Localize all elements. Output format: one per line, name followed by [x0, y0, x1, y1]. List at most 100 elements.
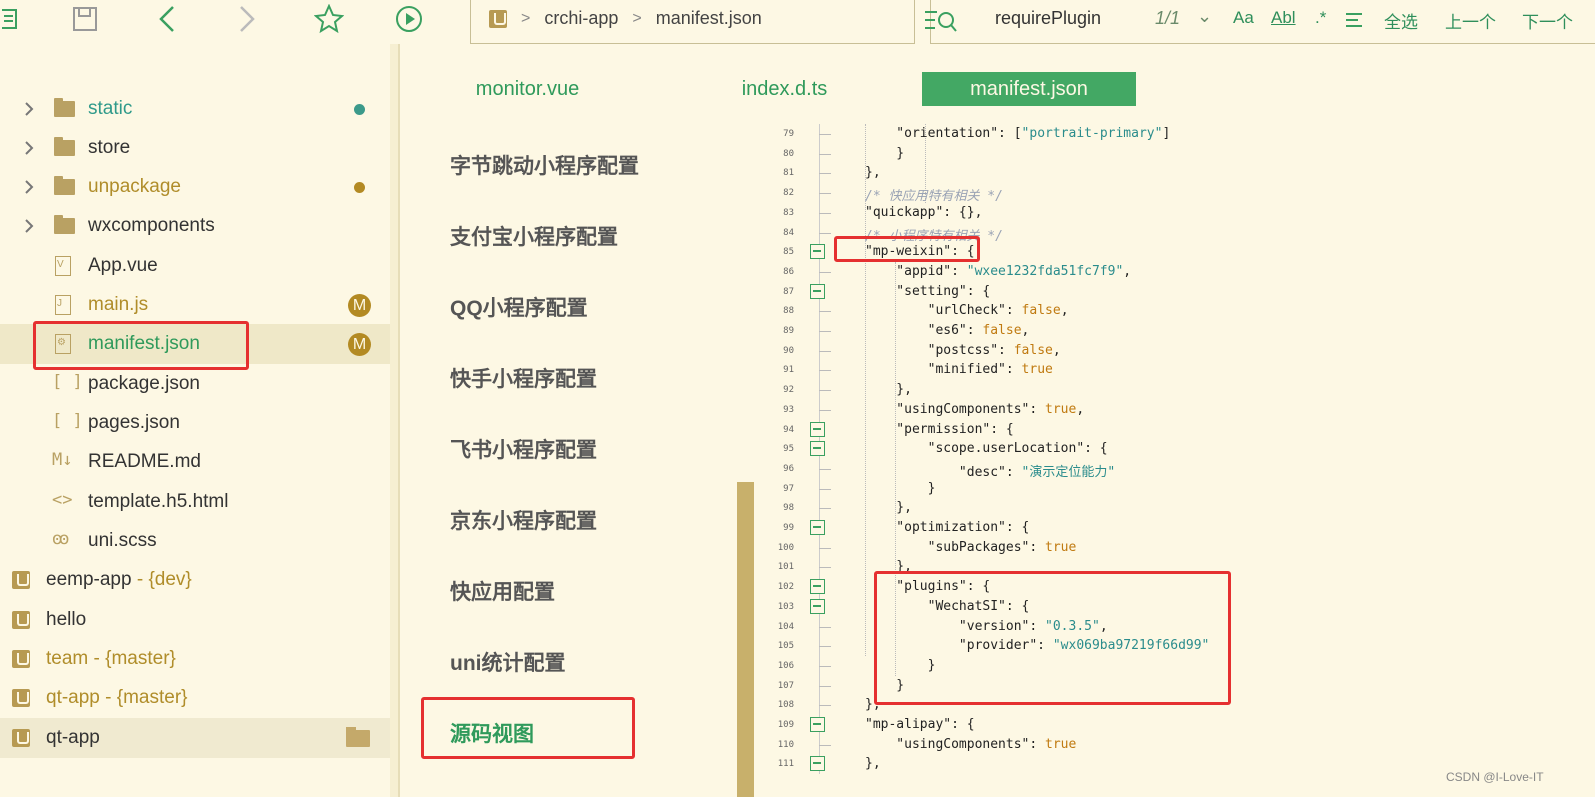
whole-word-button[interactable]: Abl: [1271, 8, 1296, 28]
code-line[interactable]: 98 },: [760, 498, 1595, 518]
fold-toggle-icon[interactable]: [810, 283, 825, 299]
project-qt-app-master[interactable]: qt-app - {master}: [0, 678, 390, 718]
code-line[interactable]: 91 "minified": true: [760, 360, 1595, 380]
select-all-button[interactable]: 全选: [1384, 8, 1418, 33]
fold-toggle-icon[interactable]: [810, 244, 825, 260]
nav-bytedance-config[interactable]: 字节跳动小程序配置: [450, 150, 639, 180]
sidebar-scrollbar[interactable]: [390, 44, 398, 797]
tree-file-app-vue[interactable]: V App.vue: [0, 246, 390, 286]
tree-file-package-json[interactable]: [ ] package.json: [0, 364, 390, 404]
tree-file-main-js[interactable]: J main.js M: [0, 285, 390, 325]
code-token: "es6":: [865, 323, 983, 338]
nav-kuaishou-config[interactable]: 快手小程序配置: [450, 363, 597, 393]
code-token: "usingComponents":: [865, 736, 1046, 752]
fold-toggle-icon[interactable]: [810, 756, 825, 772]
code-line[interactable]: 94 "permission": {: [760, 420, 1595, 440]
code-token: "permission": {: [865, 421, 1014, 437]
code-line[interactable]: 86 "appid": "wxee1232fda51fc7f9",: [760, 262, 1595, 282]
regex-button[interactable]: .*: [1315, 8, 1326, 28]
uni-app-icon: [12, 650, 30, 668]
fold-toggle-icon[interactable]: [810, 598, 825, 614]
run-icon[interactable]: [392, 0, 426, 38]
code-line[interactable]: 89 "es6": false,: [760, 321, 1595, 341]
tab-index-d-ts[interactable]: index.d.ts: [712, 72, 857, 106]
prev-match-button[interactable]: 上一个: [1445, 8, 1496, 33]
code-line[interactable]: 81},: [760, 163, 1595, 183]
code-line[interactable]: 79 "orientation": ["portrait-primary"]: [760, 124, 1595, 144]
fold-toggle-icon[interactable]: [810, 421, 825, 437]
code-line[interactable]: 80 }: [760, 144, 1595, 164]
code-line[interactable]: 110 "usingComponents": true: [760, 735, 1595, 755]
tree-file-template-html[interactable]: <> template.h5.html: [0, 482, 390, 522]
tree-folder-wxcomponents[interactable]: wxcomponents: [0, 206, 390, 246]
code-line[interactable]: 100 "subPackages": true: [760, 538, 1595, 558]
tree-label: App.vue: [88, 255, 158, 276]
code-line[interactable]: 83 "quickapp": {},: [760, 203, 1595, 223]
code-token: "subPackages":: [865, 539, 1046, 555]
code-text: },: [865, 756, 881, 771]
list-icon[interactable]: [1345, 12, 1363, 33]
highlight-source-view: [421, 697, 635, 759]
nav-feishu-config[interactable]: 飞书小程序配置: [450, 434, 597, 464]
fold-tick: [819, 370, 831, 372]
tree-file-pages-json[interactable]: [ ] pages.json: [0, 403, 390, 443]
nav-uni-stat-config[interactable]: uni统计配置: [450, 647, 566, 677]
code-line[interactable]: 82 /* 快应用特有相关 */: [760, 183, 1595, 204]
project-qt-app[interactable]: qt-app: [0, 718, 390, 758]
fold-tick: [819, 153, 831, 155]
fold-tick: [819, 547, 831, 549]
project-eemp-app[interactable]: eemp-app - {dev}: [0, 560, 390, 600]
breadcrumb-file[interactable]: manifest.json: [656, 8, 762, 29]
menu-icon[interactable]: [0, 0, 22, 38]
code-line[interactable]: 90 "postcss": false,: [760, 341, 1595, 361]
chevron-down-icon[interactable]: ⌄: [1197, 6, 1212, 27]
fold-toggle-icon[interactable]: [810, 579, 825, 595]
line-number: 91: [783, 365, 794, 376]
tree-file-uni-scss[interactable]: ꙭ uni.scss: [0, 521, 390, 561]
fold-toggle-icon[interactable]: [810, 520, 825, 535]
forward-icon[interactable]: [232, 0, 262, 38]
tree-folder-static[interactable]: static: [0, 89, 390, 129]
fold-toggle-icon[interactable]: [810, 717, 825, 732]
highlight-plugins: [874, 571, 1231, 705]
tree-folder-unpackage[interactable]: unpackage: [0, 167, 390, 207]
tree-file-readme-md[interactable]: M↓ README.md: [0, 442, 390, 482]
code-line[interactable]: 96 "desc": "演示定位能力": [760, 459, 1595, 480]
code-line[interactable]: 97 }: [760, 479, 1595, 499]
tree-folder-store[interactable]: store: [0, 128, 390, 168]
next-match-button[interactable]: 下一个: [1522, 8, 1573, 33]
code-line[interactable]: 99 "optimization": {: [760, 518, 1595, 538]
save-icon[interactable]: [68, 0, 102, 38]
back-icon[interactable]: [152, 0, 182, 38]
line-number: 84: [783, 227, 794, 238]
nav-quickapp-config[interactable]: 快应用配置: [450, 576, 555, 606]
project-hello[interactable]: hello: [0, 600, 390, 640]
code-line[interactable]: 93 "usingComponents": true,: [760, 400, 1595, 420]
open-folder-icon[interactable]: [346, 727, 370, 747]
fold-tick: [819, 409, 831, 411]
match-case-button[interactable]: Aa: [1233, 8, 1254, 28]
code-line[interactable]: 87 "setting": {: [760, 282, 1595, 302]
code-text: "scope.userLocation": {: [865, 441, 1108, 456]
line-number: 87: [783, 286, 794, 297]
toolbar: > crchi-app > manifest.json requirePlugi…: [0, 0, 1595, 44]
breadcrumb-project[interactable]: crchi-app: [544, 8, 618, 29]
line-number: 94: [783, 424, 794, 435]
nav-alipay-config[interactable]: 支付宝小程序配置: [450, 221, 618, 251]
search-input[interactable]: requirePlugin: [995, 8, 1101, 29]
tab-manifest-json[interactable]: manifest.json: [922, 72, 1136, 106]
code-token: "portrait-primary": [1021, 126, 1163, 141]
star-icon[interactable]: [312, 0, 346, 38]
project-team[interactable]: team - {master}: [0, 639, 390, 679]
nav-qq-config[interactable]: QQ小程序配置: [450, 292, 588, 322]
code-line[interactable]: 95 "scope.userLocation": {: [760, 439, 1595, 459]
tab-monitor-vue[interactable]: monitor.vue: [455, 72, 600, 106]
code-line[interactable]: 109 "mp-alipay": {: [760, 715, 1595, 735]
code-line[interactable]: 92 },: [760, 380, 1595, 400]
uni-app-icon: [489, 9, 507, 28]
nav-jd-config[interactable]: 京东小程序配置: [450, 505, 597, 535]
fold-toggle-icon[interactable]: [810, 441, 825, 457]
uni-app-icon: [12, 571, 30, 589]
code-line[interactable]: 88 "urlCheck": false,: [760, 301, 1595, 321]
nav-scrollbar[interactable]: [737, 482, 754, 797]
